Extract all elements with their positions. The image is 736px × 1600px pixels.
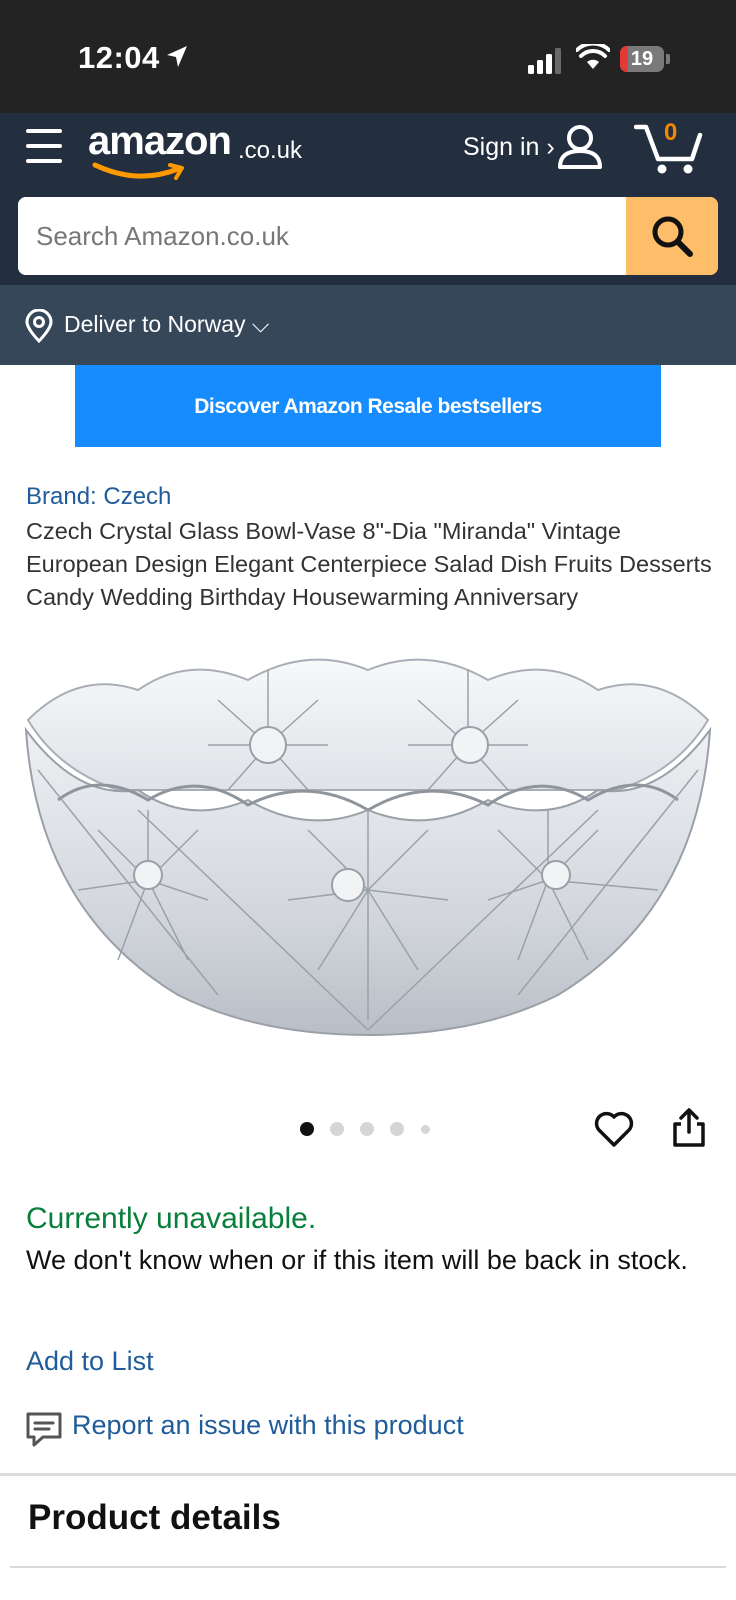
resale-promo-banner[interactable]: Discover Amazon Resale bestsellers — [75, 365, 661, 447]
carousel-dot[interactable] — [421, 1125, 430, 1134]
cart-count-badge: 0 — [664, 119, 678, 146]
search-button[interactable] — [626, 197, 718, 275]
search-bar — [18, 197, 718, 275]
location-arrow-icon — [167, 46, 187, 67]
deliver-to-bar[interactable]: Deliver to Norway ⌵ — [0, 285, 736, 365]
report-issue-link[interactable]: Report an issue with this product — [72, 1410, 464, 1441]
wifi-icon — [576, 44, 610, 69]
battery-indicator: 19 — [620, 46, 670, 72]
availability-status: Currently unavailable. — [26, 1202, 317, 1235]
product-details-heading[interactable]: Product details — [28, 1498, 281, 1538]
logo-text: amazon — [88, 119, 232, 163]
status-bar: 12:04 19 — [0, 0, 736, 113]
banner-text: Discover Amazon Resale bestsellers — [194, 395, 542, 418]
sign-in-link[interactable]: Sign in › — [463, 133, 555, 162]
hamburger-menu-icon[interactable] — [26, 129, 62, 163]
report-issue-icon — [26, 1412, 62, 1447]
section-divider — [10, 1566, 726, 1568]
stock-message: We don't know when or if this item will … — [26, 1245, 688, 1275]
status-time: 12:04 — [78, 40, 160, 75]
brand-link[interactable]: Brand: Czech — [26, 483, 171, 511]
logo-smile-icon — [92, 162, 184, 180]
section-divider — [0, 1473, 736, 1476]
carousel-dot[interactable] — [390, 1122, 404, 1136]
carousel-dot[interactable] — [300, 1122, 314, 1136]
cellular-signal-icon — [528, 48, 561, 74]
cart-button[interactable]: 0 — [634, 117, 714, 177]
search-icon — [652, 216, 693, 257]
deliver-location-text: Deliver to Norway ⌵ — [64, 311, 270, 337]
carousel-dot[interactable] — [330, 1122, 344, 1136]
location-pin-icon — [25, 309, 53, 343]
site-header: amazon .co.uk Sign in › 0 — [0, 113, 736, 285]
carousel-dot[interactable] — [360, 1122, 374, 1136]
user-account-icon[interactable] — [556, 123, 604, 171]
search-input[interactable] — [18, 197, 626, 275]
image-carousel-dots[interactable] — [300, 1122, 440, 1138]
heart-icon[interactable] — [594, 1110, 634, 1148]
battery-percentage: 19 — [630, 48, 654, 70]
product-image[interactable] — [18, 650, 718, 1050]
share-icon[interactable] — [672, 1108, 706, 1148]
amazon-logo[interactable]: amazon .co.uk — [88, 119, 318, 189]
logo-domain: .co.uk — [238, 137, 303, 164]
product-title: Czech Crystal Glass Bowl-Vase 8"-Dia "Mi… — [26, 518, 712, 610]
add-to-list-link[interactable]: Add to List — [26, 1346, 154, 1377]
